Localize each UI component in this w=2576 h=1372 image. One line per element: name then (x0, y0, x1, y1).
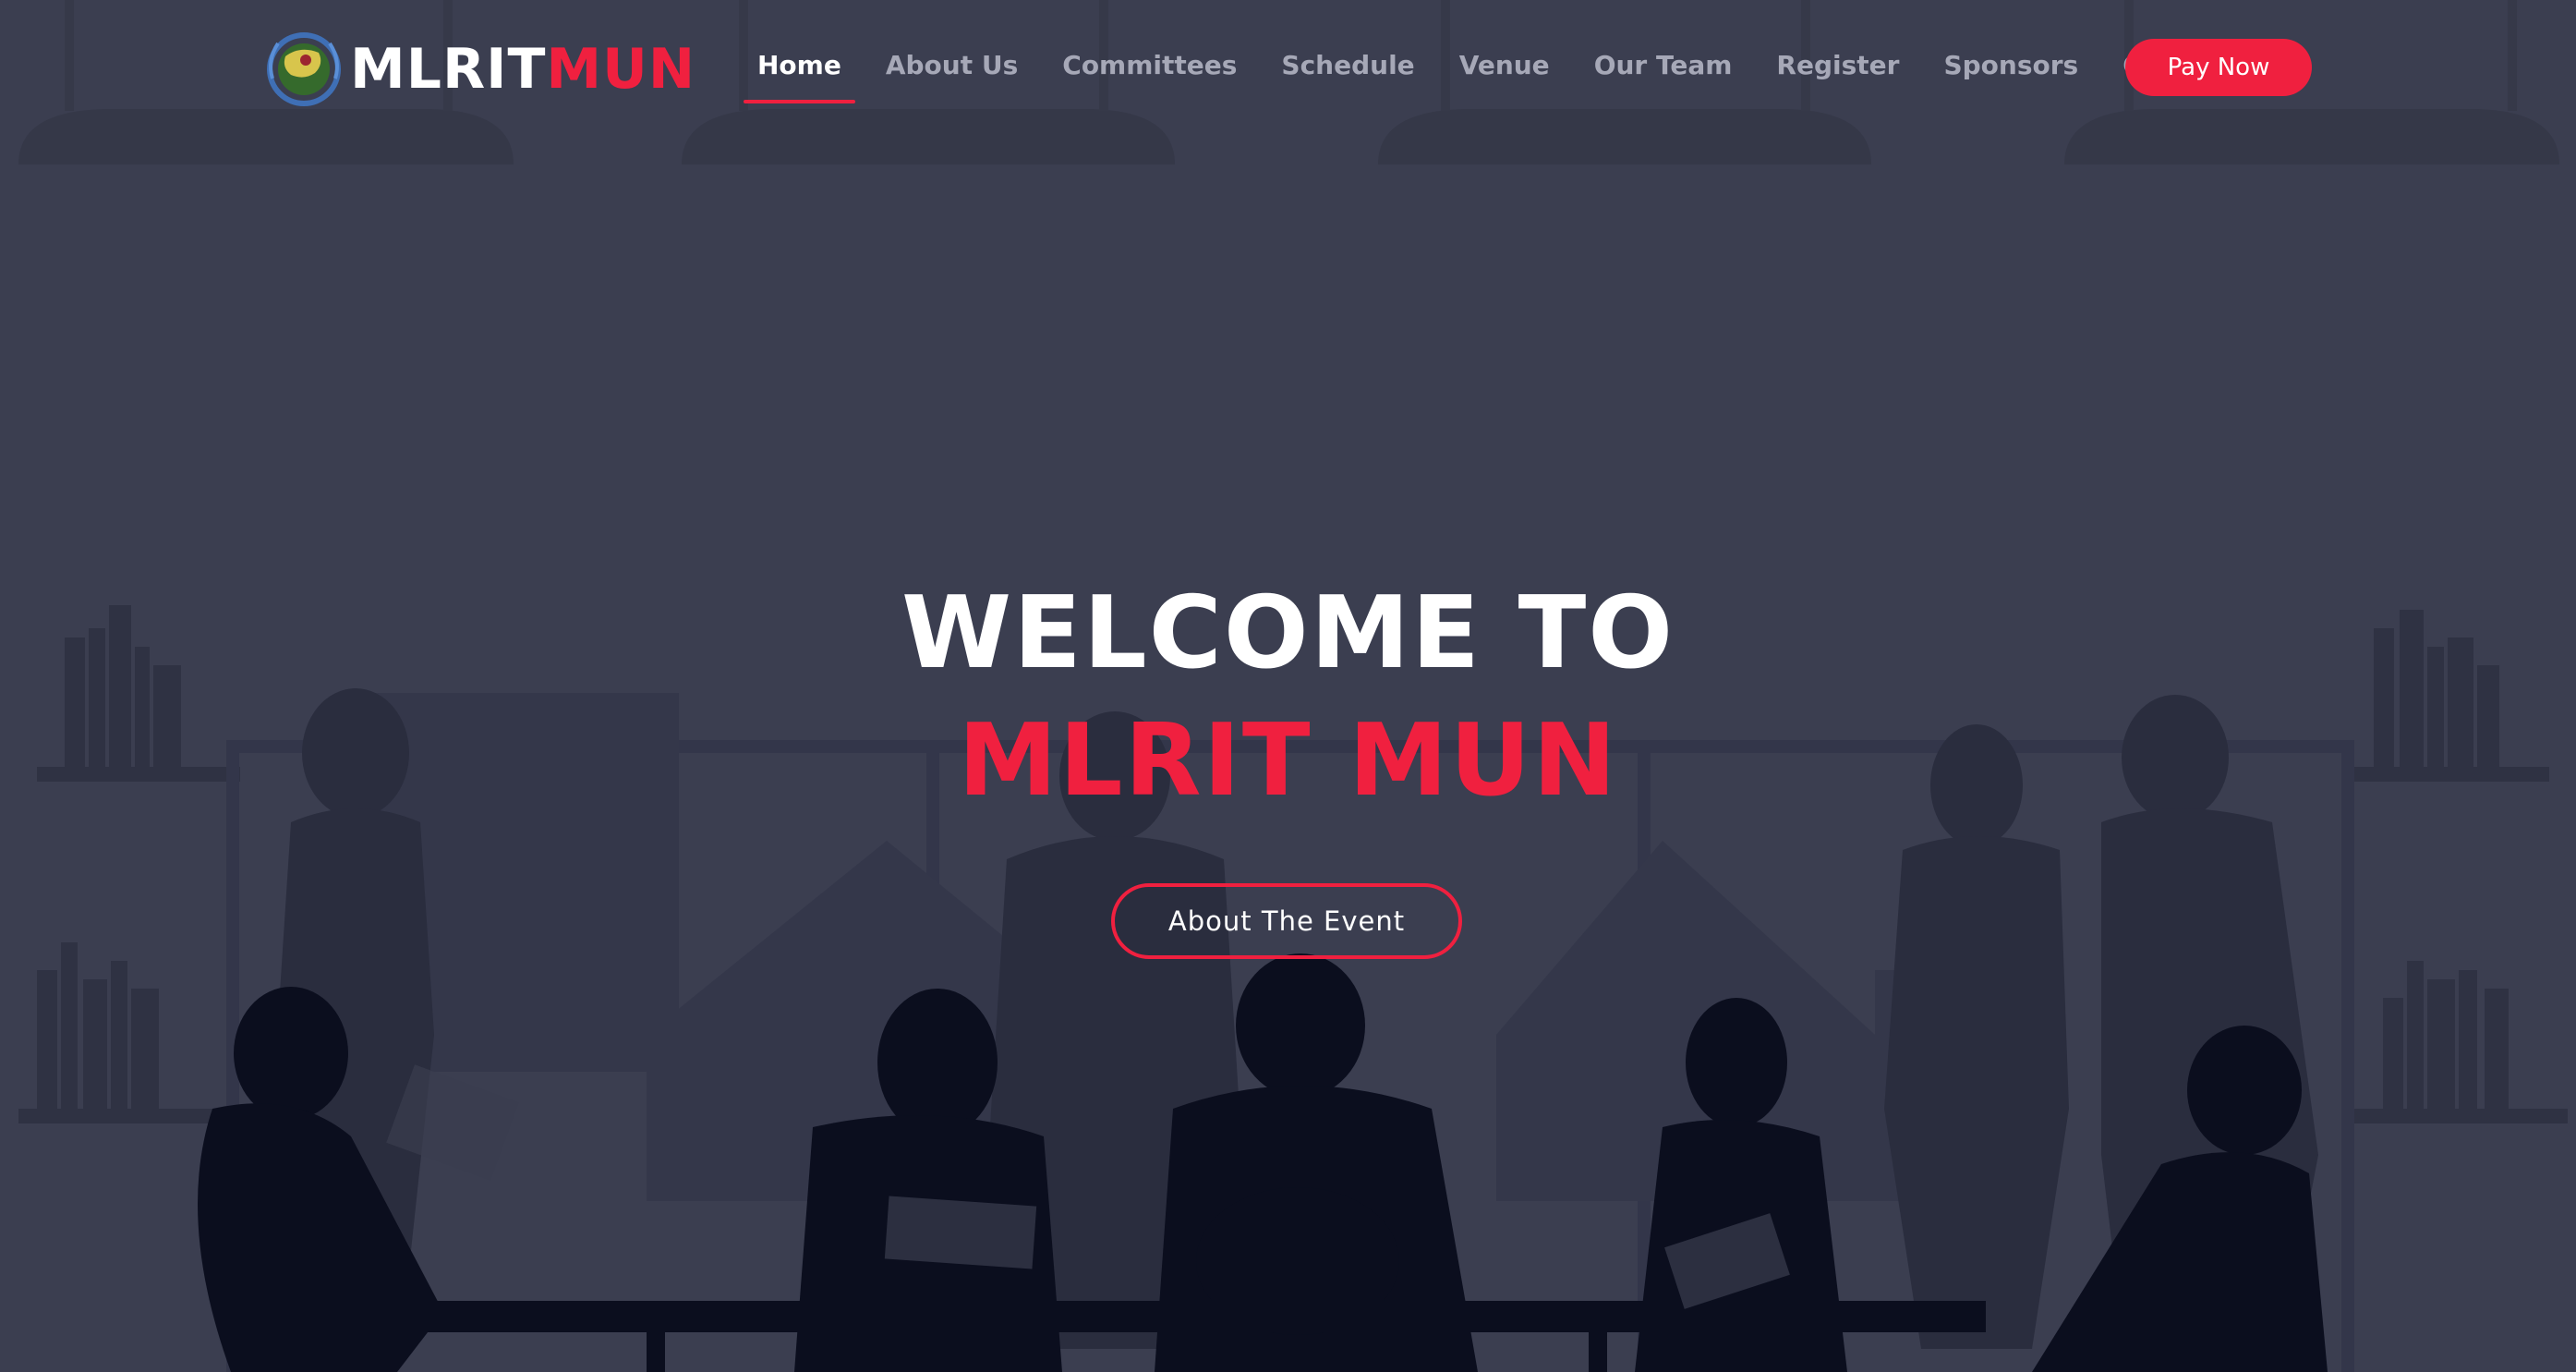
logo-text: MLRITMUN (350, 37, 695, 102)
nav-item-sponsors[interactable]: Sponsors (1929, 39, 2092, 92)
logo[interactable]: MLRITMUN (263, 32, 695, 106)
nav-item-schedule[interactable]: Schedule (1267, 39, 1428, 92)
main-nav: Home About Us Committees Schedule Venue … (744, 39, 2266, 103)
about-event-button[interactable]: About The Event (1111, 883, 1462, 959)
logo-text-red: MUN (546, 37, 696, 102)
nav-item-register[interactable]: Register (1762, 39, 1913, 92)
nav-item-our-team[interactable]: Our Team (1580, 39, 1747, 92)
logo-text-white: MLRIT (350, 37, 547, 102)
nav-item-about-us[interactable]: About Us (872, 39, 1032, 92)
nav-item-committees[interactable]: Committees (1048, 39, 1251, 92)
nav-item-venue[interactable]: Venue (1445, 39, 1564, 92)
hero-subtitle: MLRIT MUN (958, 703, 1618, 819)
hero-title: WELCOME TO (901, 576, 1675, 691)
un-emblem-icon (267, 32, 341, 106)
pay-now-button[interactable]: Pay Now (2125, 39, 2312, 96)
site-header: MLRITMUN Home About Us Committees Schedu… (0, 0, 2576, 139)
hero-section: WELCOME TO MLRIT MUN (0, 554, 2576, 811)
nav-item-home[interactable]: Home (744, 39, 855, 103)
